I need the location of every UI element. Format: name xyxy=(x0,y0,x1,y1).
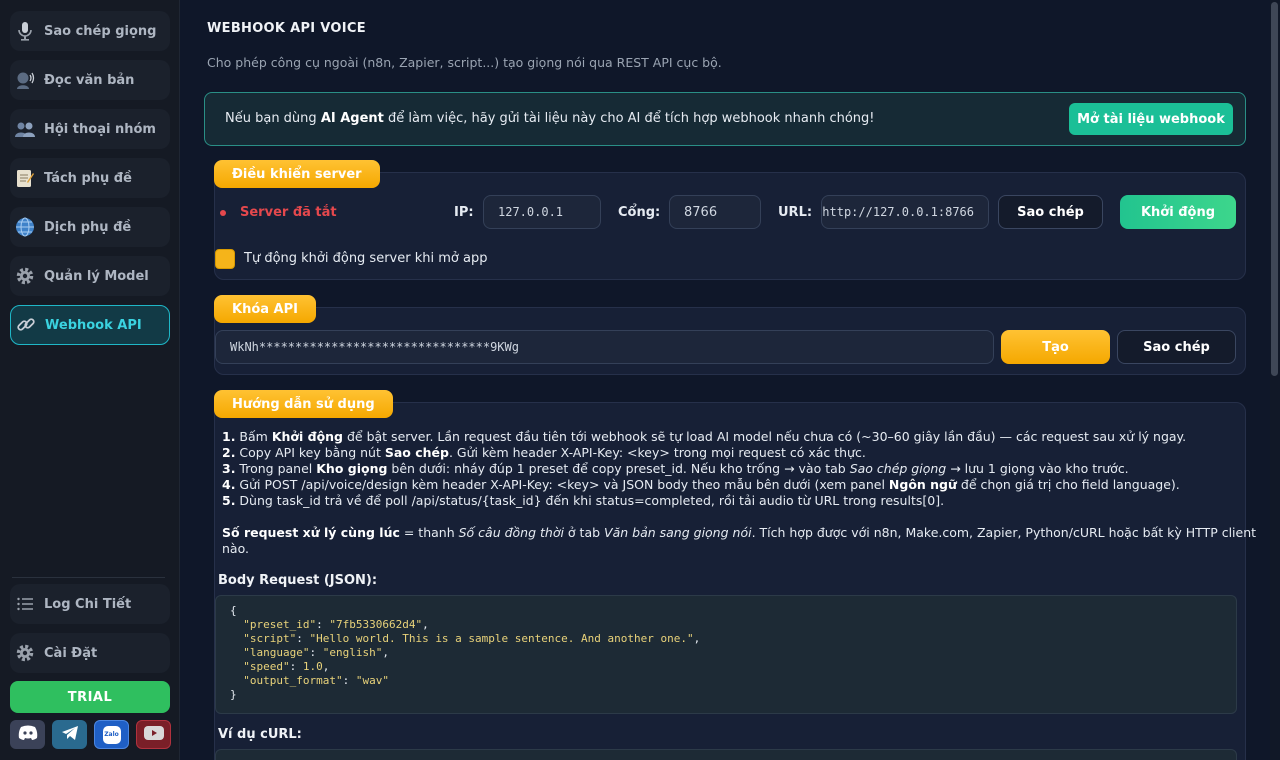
body-json-block: { "preset_id": "7fb5330662d4", "script":… xyxy=(215,595,1237,714)
sidebar-item-label: Hội thoại nhóm xyxy=(44,121,156,137)
api-key-tag: Khóa API xyxy=(214,295,316,323)
ai-agent-banner: Nếu bạn dùng AI Agent để làm việc, hãy g… xyxy=(204,92,1246,146)
youtube-icon xyxy=(143,725,164,744)
sidebar-item-subtitle-translate[interactable]: Dịch phụ đề xyxy=(10,207,170,247)
sidebar-item-label: Tách phụ đề xyxy=(44,170,132,186)
copy-url-button[interactable]: Sao chép xyxy=(998,195,1103,229)
scrollbar-thumb[interactable] xyxy=(1271,2,1278,376)
sidebar-divider xyxy=(12,577,165,578)
telegram-button[interactable] xyxy=(52,720,87,749)
gear-icon xyxy=(14,265,36,287)
sidebar-item-label: Log Chi Tiết xyxy=(44,596,132,612)
concurrency-note: Số request xử lý cùng lúc = thanh Số câu… xyxy=(222,525,1257,540)
sidebar-item-webhook-api[interactable]: Webhook API xyxy=(10,305,170,345)
autostart-checkbox[interactable] xyxy=(215,249,235,269)
api-key-field[interactable]: WkNh********************************9KWg xyxy=(215,330,994,364)
page-subtitle: Cho phép công cụ ngoài (n8n, Zapier, scr… xyxy=(207,55,722,70)
telegram-icon xyxy=(61,725,79,745)
curl-code-block xyxy=(215,749,1237,760)
memo-icon xyxy=(14,167,36,189)
banner-text: Nếu bạn dùng AI Agent để làm việc, hãy g… xyxy=(225,111,875,126)
youtube-button[interactable] xyxy=(136,720,171,749)
people-icon xyxy=(14,118,36,140)
main-content: WEBHOOK API VOICE Cho phép công cụ ngoài… xyxy=(180,0,1270,760)
link-icon xyxy=(15,314,37,336)
trial-button[interactable]: TRIAL xyxy=(10,681,170,713)
ip-field[interactable]: 127.0.0.1 xyxy=(483,195,601,229)
zalo-button[interactable]: Zalo xyxy=(94,720,129,749)
discord-button[interactable] xyxy=(10,720,45,749)
sidebar-item-read-text[interactable]: Đọc văn bản xyxy=(10,60,170,100)
globe-icon xyxy=(14,216,36,238)
guide-step-3: 3. Trong panel Kho giọng bên dưới: nháy … xyxy=(222,461,1129,476)
server-control-panel: Server đã tắt IP: 127.0.0.1 Cổng: 8766 U… xyxy=(214,172,1246,280)
speaking-head-icon xyxy=(14,69,36,91)
gear-icon xyxy=(14,642,36,664)
server-status: Server đã tắt xyxy=(240,205,337,220)
usage-guide-panel: 1. Bấm Khởi động để bật server. Lần requ… xyxy=(214,402,1256,760)
api-key-panel: WkNh********************************9KWg… xyxy=(214,307,1246,375)
sidebar-item-group-chat[interactable]: Hội thoại nhóm xyxy=(10,109,170,149)
sidebar-item-label: Đọc văn bản xyxy=(44,72,135,88)
guide-step-1: 1. Bấm Khởi động để bật server. Lần requ… xyxy=(222,429,1187,444)
guide-step-2: 2. Copy API key bằng nút Sao chép. Gửi k… xyxy=(222,445,866,460)
sidebar-item-label: Sao chép giọng xyxy=(44,23,157,39)
open-webhook-docs-button[interactable]: Mở tài liệu webhook xyxy=(1069,103,1233,135)
autostart-label: Tự động khởi động server khi mở app xyxy=(244,251,488,266)
sidebar-item-log[interactable]: Log Chi Tiết xyxy=(10,584,170,624)
status-dot xyxy=(220,210,226,216)
guide-step-4: 4. Gửi POST /api/voice/design kèm header… xyxy=(222,477,1180,492)
sidebar-item-label: Cài Đặt xyxy=(44,645,98,661)
concurrency-note-wrap: nào. xyxy=(222,541,249,556)
page-title: WEBHOOK API VOICE xyxy=(207,21,366,36)
sidebar: Sao chép giọng Đọc văn bản Hội thoại nhó… xyxy=(0,0,180,760)
port-field[interactable]: 8766 xyxy=(669,195,761,229)
start-server-button[interactable]: Khởi động xyxy=(1120,195,1236,229)
sidebar-item-voice-clone[interactable]: Sao chép giọng xyxy=(10,11,170,51)
url-label: URL: xyxy=(778,205,813,220)
sidebar-item-model-manager[interactable]: Quản lý Model xyxy=(10,256,170,296)
generate-key-button[interactable]: Tạo xyxy=(1001,330,1110,364)
copy-key-button[interactable]: Sao chép xyxy=(1117,330,1236,364)
sidebar-item-label: Quản lý Model xyxy=(44,268,149,284)
sidebar-item-settings[interactable]: Cài Đặt xyxy=(10,633,170,673)
url-field[interactable]: http://127.0.0.1:8766 xyxy=(821,195,989,229)
curl-example-label: Ví dụ cURL: xyxy=(218,727,302,742)
ip-label: IP: xyxy=(454,205,474,220)
microphone-icon xyxy=(14,20,36,42)
zalo-icon: Zalo xyxy=(102,725,121,744)
sidebar-item-label: Webhook API xyxy=(45,317,142,333)
sidebar-item-subtitle-split[interactable]: Tách phụ đề xyxy=(10,158,170,198)
port-label: Cổng: xyxy=(618,205,661,220)
list-icon xyxy=(14,593,36,615)
sidebar-item-label: Dịch phụ đề xyxy=(44,219,132,235)
server-control-tag: Điều khiển server xyxy=(214,160,380,188)
body-request-label: Body Request (JSON): xyxy=(218,573,378,588)
discord-icon xyxy=(18,725,38,744)
usage-guide-tag: Hướng dẫn sử dụng xyxy=(214,390,393,418)
guide-step-5: 5. Dùng task_id trả về để poll /api/stat… xyxy=(222,493,945,508)
